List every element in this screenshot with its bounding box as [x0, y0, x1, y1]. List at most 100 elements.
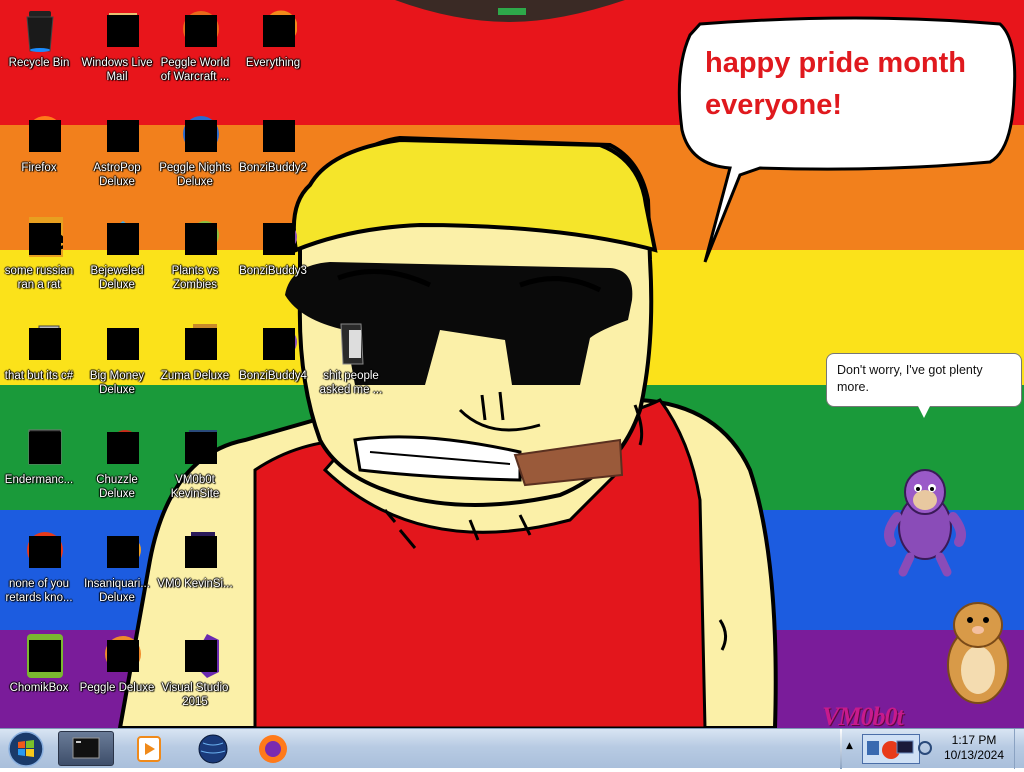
desktop-icon-insaniquarium[interactable]: Insaniquari... Deluxe: [78, 526, 156, 626]
money-bag-icon: [93, 320, 141, 368]
desktop-icon-firefox[interactable]: Firefox: [0, 110, 78, 210]
desktop-icon-bonzibuddy4[interactable]: BonziBuddy4: [234, 318, 312, 418]
desktop-icon-label: Recycle Bin: [8, 57, 70, 69]
desktop-icon-recycle-bin[interactable]: Recycle Bin: [0, 5, 78, 105]
search-icon: [249, 7, 298, 55]
desktop-icon-label: that but its c#: [4, 370, 74, 382]
desktop-icon-label: Endermanc...: [4, 474, 74, 486]
desktop-icon-label: BonziBuddy3: [239, 265, 307, 277]
desktop-icon-label: BonziBuddy2: [239, 162, 307, 174]
clock-date: 10/13/2024: [943, 748, 1005, 762]
globe-icon: [198, 734, 228, 764]
desktop-icon-label: VM0b0t KevinSite: [170, 474, 220, 500]
game-icon: [171, 320, 219, 368]
desktop-icon-plants-vs-zombies[interactable]: Plants vs Zombies: [156, 213, 234, 313]
desktop-icon-peggle-wow[interactable]: Peggle World of Warcraft ...: [156, 5, 234, 105]
desktop-icon-chomikbox[interactable]: ChomikBox: [0, 630, 78, 728]
system-tray-icon: [867, 740, 914, 759]
desktop[interactable]: happy pride month everyone! Don't worry,…: [0, 0, 1024, 728]
app-icon: [15, 528, 63, 576]
desktop-icon-vm0b0t-kevinsite[interactable]: VM0b0t KevinSite: [156, 422, 234, 522]
desktop-icon-everything[interactable]: Everything: [234, 5, 312, 105]
app-icon: [15, 320, 63, 368]
terminal-icon: [15, 424, 63, 472]
game-icon: [171, 7, 219, 55]
start-button[interactable]: [4, 730, 44, 768]
desktop-icon-label: Peggle Nights Deluxe: [159, 162, 231, 188]
app-icon: e: [15, 215, 66, 263]
game-icon: [93, 632, 141, 680]
taskbar-globe-button[interactable]: [186, 731, 240, 766]
folder-icon: [327, 320, 375, 368]
desktop-icon-bejeweled[interactable]: Bejeweled Deluxe: [78, 213, 156, 313]
desktop-icon-chuzzle[interactable]: Chuzzle Deluxe: [78, 422, 156, 522]
fish-icon: [93, 528, 141, 576]
visual-studio-icon: [171, 632, 219, 680]
desktop-icon-peggle-nights[interactable]: Peggle Nights Deluxe: [156, 110, 234, 210]
desktop-icon-that-but-csharp[interactable]: that but its c#: [0, 318, 78, 418]
clock-time: 1:17 PM: [951, 733, 997, 747]
desktop-icon-bonzibuddy2[interactable]: BonziBuddy2: [234, 110, 312, 210]
desktop-icon-label: shit people asked me ...: [319, 370, 383, 396]
desktop-icon-label: Everything: [245, 57, 301, 69]
hamster-character[interactable]: [940, 600, 1016, 710]
desktop-icon-folder-shit-people-asked[interactable]: shit people asked me ...: [312, 318, 390, 418]
desktop-icon-label: Big Money Deluxe: [89, 370, 145, 396]
game-icon: [93, 112, 141, 160]
game-icon: [171, 112, 219, 160]
bonzi-buddy-character[interactable]: [885, 462, 965, 574]
tray-separator: [840, 729, 842, 769]
plant-icon: [171, 215, 219, 263]
bonzi-speech-bubble: Don't worry, I've got plenty more.: [826, 353, 1022, 407]
firefox-icon: [259, 735, 287, 763]
shortcut-icon: [171, 528, 219, 576]
desktop-icon-label: ChomikBox: [9, 682, 69, 694]
desktop-icon-label: BonziBuddy4: [239, 370, 307, 382]
shortcut-icon: [171, 424, 219, 472]
desktop-icon-label: VM0 KevinSi...: [157, 578, 233, 590]
notification-area-icons[interactable]: [862, 734, 920, 764]
desktop-icon-windows-live-mail[interactable]: Windows Live Mail: [78, 5, 156, 105]
clock[interactable]: 1:17 PM 10/13/2024: [936, 733, 1012, 763]
terminal-icon: [72, 737, 100, 759]
taskbar-firefox-button[interactable]: [246, 731, 300, 766]
desktop-icon-label: some russian ran a rat: [4, 265, 74, 291]
network-icon[interactable]: [918, 739, 932, 757]
desktop-icon-label: Plants vs Zombies: [171, 265, 219, 291]
desktop-icon-endermanch[interactable]: Endermanc...: [0, 422, 78, 522]
show-desktop-button[interactable]: [1014, 729, 1024, 769]
desktop-icon-label: AstroPop Deluxe: [93, 162, 141, 188]
desktop-icon-peggle-deluxe[interactable]: Peggle Deluxe: [78, 630, 156, 728]
desktop-icon-label: Firefox: [21, 162, 57, 174]
gem-icon: [93, 215, 141, 263]
show-hidden-icons-arrow[interactable]: ▲: [846, 741, 856, 755]
desktop-icon-astropop[interactable]: AstroPop Deluxe: [78, 110, 156, 210]
media-player-icon: [137, 736, 161, 762]
taskbar-media-player-button[interactable]: [122, 731, 176, 766]
desktop-icon-label: none of you retards kno...: [5, 578, 73, 604]
taskbar-cmd-button[interactable]: [58, 731, 114, 766]
desktop-icon-russian-rat[interactable]: e some russian ran a rat: [0, 213, 78, 313]
folder-icon: [249, 112, 297, 160]
game-icon: [93, 424, 141, 472]
desktop-icon-label: Visual Studio 2015: [161, 682, 229, 708]
desktop-icon-zuma[interactable]: Zuma Deluxe: [156, 318, 234, 418]
desktop-icon-none-of-you[interactable]: none of you retards kno...: [0, 526, 78, 626]
desktop-icon-bonzibuddy3[interactable]: BonziBuddy3: [234, 213, 312, 313]
hamster-icon: [15, 632, 63, 680]
desktop-icon-label: Windows Live Mail: [81, 57, 153, 83]
gorilla-icon: [249, 320, 297, 368]
desktop-icon-visual-studio[interactable]: Visual Studio 2015: [156, 630, 234, 728]
gorilla-icon: [249, 215, 297, 263]
firefox-icon: [15, 112, 63, 160]
vm0b0t-watermark: VM0b0t: [822, 702, 904, 728]
desktop-icon-big-money[interactable]: Big Money Deluxe: [78, 318, 156, 418]
desktop-icon-vm0-kevinsite[interactable]: VM0 KevinSi...: [156, 526, 234, 626]
desktop-icon-label: Bejeweled Deluxe: [90, 265, 144, 291]
bonzi-speech-bubble-tail: [918, 406, 930, 418]
windows-orb-icon: [8, 731, 44, 767]
desktop-icon-label: Zuma Deluxe: [160, 370, 230, 382]
speech-bubble-text: happy pride month everyone!: [705, 47, 966, 121]
taskbar: ▲ 1:17 PM 10/13/2024: [0, 728, 1024, 769]
recycle-bin-icon: [15, 7, 63, 55]
